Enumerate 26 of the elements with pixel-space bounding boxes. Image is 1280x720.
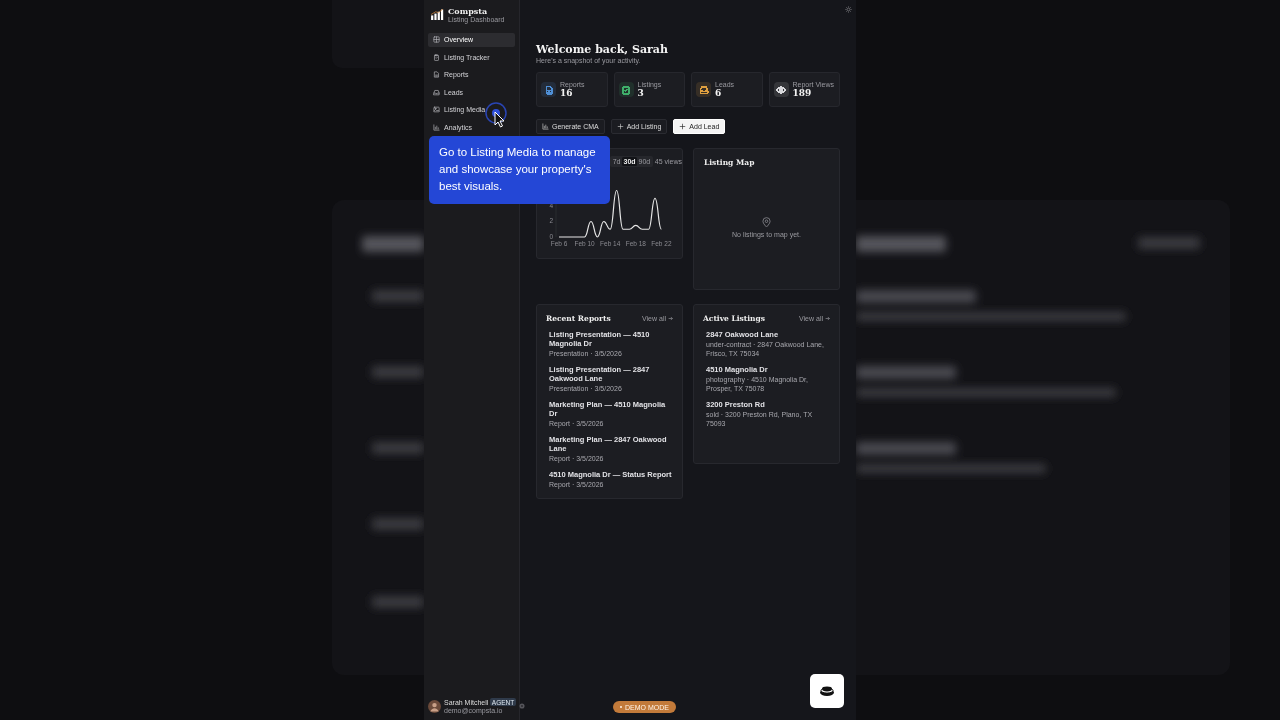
page-title: Welcome back, Sarah xyxy=(536,43,669,56)
brand-name: Compsta xyxy=(448,6,489,16)
sun-icon[interactable] xyxy=(845,6,852,13)
stat-value: 16 xyxy=(560,88,573,98)
settings-icon[interactable] xyxy=(518,703,525,709)
chart-icon xyxy=(433,123,440,131)
chart-icon xyxy=(542,123,549,130)
clipboard-icon xyxy=(433,53,440,61)
tooltip: Go to Listing Media to manage and showcase your property's best visuals. xyxy=(429,136,610,204)
arrow-icon xyxy=(825,316,830,321)
logo-icon xyxy=(431,9,444,20)
disc-stack-icon xyxy=(819,685,835,697)
plus-icon xyxy=(679,123,687,130)
stat-value: 3 xyxy=(637,88,644,98)
plus-icon xyxy=(616,123,624,130)
image-icon xyxy=(433,106,440,114)
document-icon xyxy=(433,71,440,79)
grid-icon xyxy=(433,36,440,44)
stat-value: 6 xyxy=(715,88,723,98)
stat-value: 189 xyxy=(792,88,812,98)
cursor-icon xyxy=(484,101,510,129)
floating-button[interactable] xyxy=(810,674,844,708)
avatar-icon xyxy=(428,699,441,713)
arrow-icon xyxy=(668,316,673,321)
map-pin-icon xyxy=(762,217,771,228)
inbox-icon xyxy=(433,88,440,96)
